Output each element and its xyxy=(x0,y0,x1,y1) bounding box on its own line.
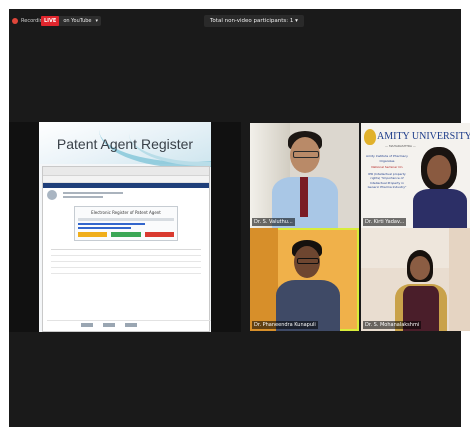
participant-name: Dr. S. Valuthu... xyxy=(252,218,295,226)
amity-title: AMITY UNIVERSITY xyxy=(377,131,470,142)
top-bar: Recording LIVE on YouTube ▾ Total non-vi… xyxy=(9,9,461,37)
participant-name: Dr. Kirti Yadav... xyxy=(363,218,407,226)
participant-name: Dr. Phaneendra Kunapuli xyxy=(252,321,318,329)
video-tile-1[interactable]: Dr. S. Valuthu... xyxy=(250,123,359,228)
glasses xyxy=(293,151,319,158)
live-badge: LIVE xyxy=(41,16,60,26)
glasses xyxy=(297,258,319,264)
register-heading: Electronic Register of Patent Agent xyxy=(91,210,161,215)
participants-dropdown[interactable]: Total non-video participants: 1 ▾ xyxy=(204,15,304,27)
video-tile-2[interactable]: AMITY UNIVERSITY — MAHARASHTRA — Amity I… xyxy=(361,123,470,228)
amity-logo-icon xyxy=(364,129,376,145)
screen-share: Patent Agent Register Electronic Registe… xyxy=(9,122,241,332)
live-stream-indicator[interactable]: LIVE on YouTube ▾ xyxy=(41,16,102,26)
video-tile-4[interactable]: Dr. S. Mohanalakshmi xyxy=(361,228,470,331)
slide-title: Patent Agent Register xyxy=(56,136,194,152)
amity-subtitle: — MAHARASHTRA — xyxy=(385,144,416,148)
browser-screenshot: Electronic Register of Patent Agent xyxy=(42,166,211,332)
participant-name: Dr. S. Mohanalakshmi xyxy=(363,321,422,329)
record-dot-icon xyxy=(12,18,18,24)
chevron-down-icon: ▾ xyxy=(95,18,99,24)
youtube-label: on YouTube xyxy=(63,18,92,24)
results-table xyxy=(51,249,201,274)
seminar-text: Amity Institute of Pharmacy Organizes Na… xyxy=(366,154,408,189)
register-form: Electronic Register of Patent Agent xyxy=(74,206,178,241)
slide-header: Patent Agent Register xyxy=(39,122,211,168)
video-tile-3-active-speaker[interactable]: Dr. Phaneendra Kunapuli xyxy=(250,228,359,331)
emblem-icon xyxy=(47,190,57,200)
page-footer xyxy=(47,320,211,329)
meeting-window: Recording LIVE on YouTube ▾ Total non-vi… xyxy=(9,9,470,427)
shared-slide: Patent Agent Register Electronic Registe… xyxy=(39,122,211,332)
chevron-down-icon: ▾ xyxy=(295,18,298,24)
participants-label: Total non-video participants: 1 xyxy=(210,18,294,24)
